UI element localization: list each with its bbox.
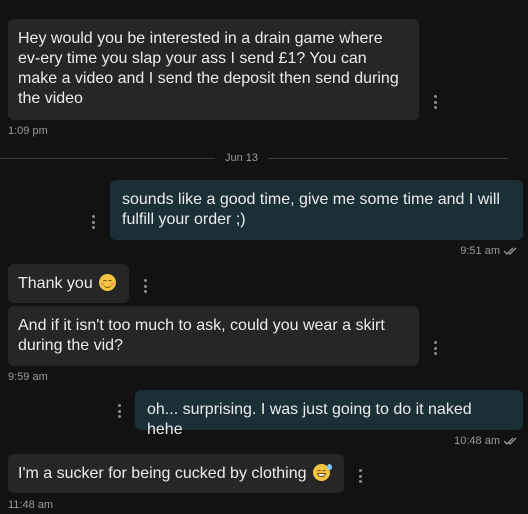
message-options-icon[interactable] (117, 404, 121, 418)
message-timestamp: 9:51 am (460, 245, 519, 257)
message-bubble-outgoing[interactable]: oh... surprising. I was just going to do… (135, 390, 523, 438)
message-options-icon[interactable] (433, 95, 437, 109)
message-text: Thank you (18, 275, 93, 292)
message-options-icon[interactable] (358, 469, 362, 483)
date-separator: Jun 13 (0, 150, 528, 166)
double-check-icon (503, 436, 519, 446)
date-label-previous: Jun 12 (0, 0, 528, 9)
smiling-face-with-smiling-eyes-icon (99, 274, 117, 291)
message-bubble-incoming[interactable]: Hey would you be interested in a drain g… (8, 19, 419, 120)
date-separator-label: Jun 13 (225, 152, 259, 164)
message-bubble-outgoing[interactable]: sounds like a good time, give me some ti… (110, 180, 523, 240)
message-text: I'm a sucker for being cucked by clothin… (18, 465, 307, 482)
message-timestamp: 11:48 am (8, 499, 54, 511)
message-options-icon[interactable] (143, 279, 147, 293)
message-options-icon[interactable] (91, 215, 95, 229)
message-text: And if it isn't too much to ask, could y… (18, 317, 385, 354)
grinning-face-with-sweat-icon (312, 464, 332, 481)
message-timestamp: 1:09 pm (8, 125, 48, 137)
message-options-icon[interactable] (433, 341, 437, 355)
message-bubble-incoming[interactable]: And if it isn't too much to ask, could y… (8, 306, 419, 366)
message-bubble-incoming[interactable]: I'm a sucker for being cucked by clothin… (8, 454, 344, 493)
message-timestamp: 9:59 am (8, 371, 48, 383)
message-timestamp: 10:48 am (454, 435, 519, 447)
double-check-icon (503, 246, 519, 256)
message-text: Hey would you be interested in a drain g… (18, 30, 399, 107)
message-bubble-incoming[interactable]: Thank you (8, 264, 129, 303)
message-text: oh... surprising. I was just going to do… (147, 401, 472, 438)
message-text: sounds like a good time, give me some ti… (122, 191, 500, 228)
